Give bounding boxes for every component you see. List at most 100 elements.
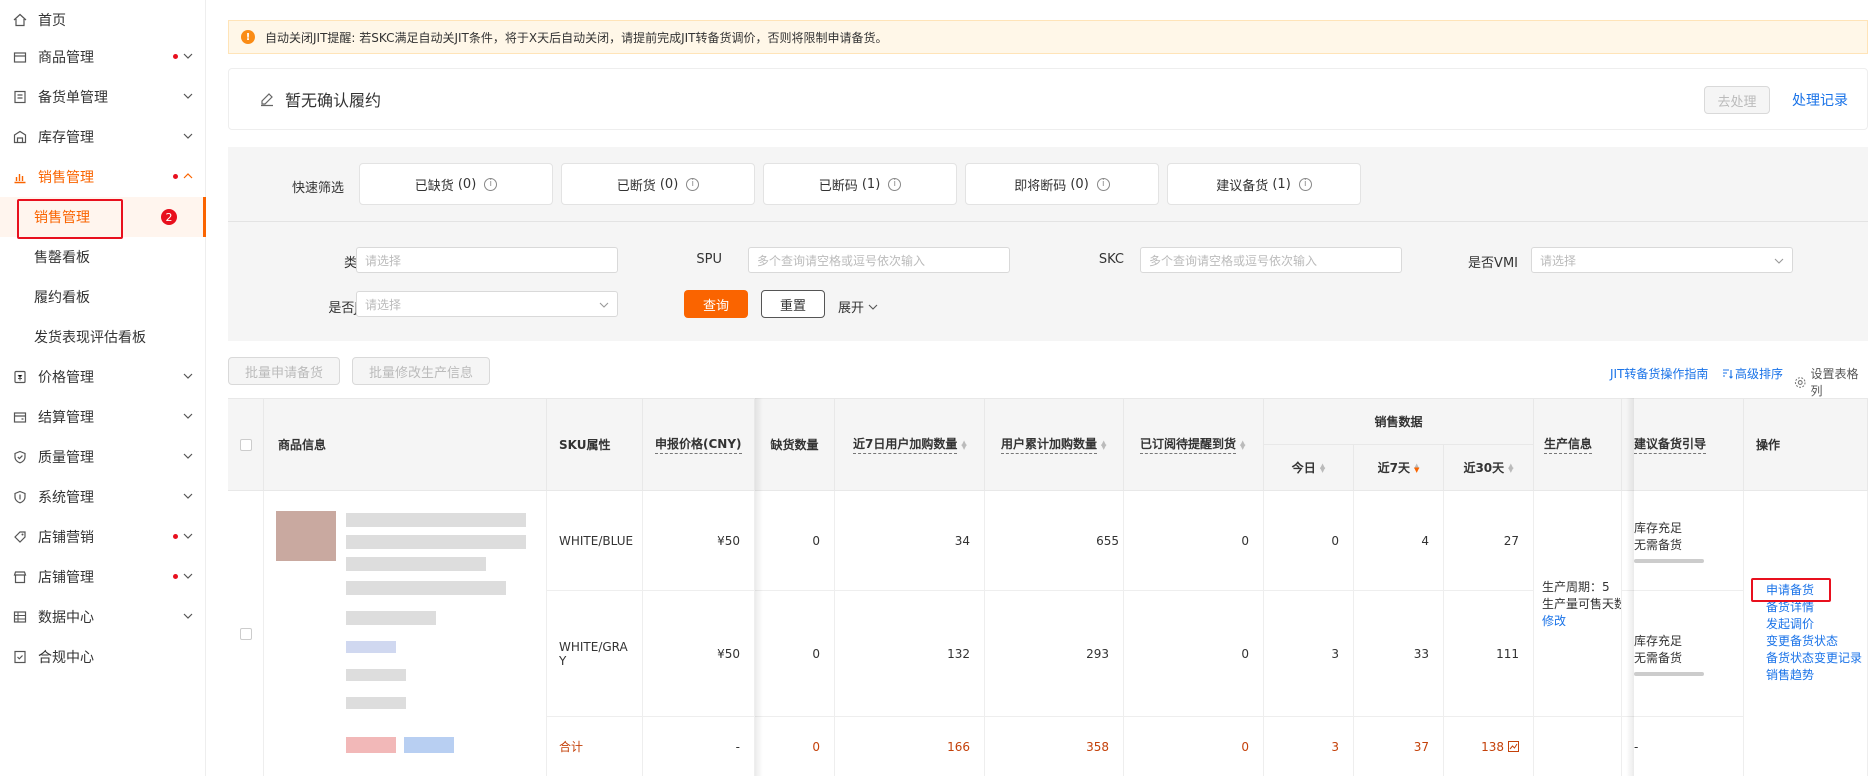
sales-trend-link[interactable]: 销售趋势: [1766, 667, 1862, 684]
card-count: (1): [1272, 176, 1291, 192]
stock-status-history-link[interactable]: 备货状态变更记录: [1766, 650, 1862, 667]
change-stock-status-link[interactable]: 变更备货状态: [1766, 633, 1862, 650]
product-info-cell: [264, 491, 547, 776]
header-sales-group: 销售数据: [1264, 399, 1534, 445]
sidebar-item-compliance[interactable]: 合规中心: [0, 637, 206, 677]
edit-production-link[interactable]: 修改: [1542, 612, 1566, 629]
product-title-blurred: [346, 535, 526, 549]
sort-icon[interactable]: ▲ ▼: [1240, 439, 1245, 450]
header-subscribed[interactable]: 已订阅待提醒到货 ▲ ▼: [1124, 399, 1264, 491]
sidebar-item-label: 系统管理: [38, 490, 94, 506]
sidebar-item-settlement[interactable]: 结算管理: [0, 397, 206, 437]
batch-apply-button[interactable]: 批量申请备货: [228, 357, 340, 385]
sort-icon[interactable]: ▲ ▼: [961, 439, 966, 450]
reset-button[interactable]: 重置: [761, 290, 825, 318]
sidebar-item-goods[interactable]: 商品管理: [0, 37, 206, 77]
row-select[interactable]: [228, 491, 264, 776]
store-icon: [12, 569, 28, 585]
sort-icon[interactable]: ▲ ▼: [1508, 462, 1513, 473]
checkbox[interactable]: [239, 438, 252, 451]
total-cart7-cell: 166: [835, 717, 985, 776]
sidebar-subitem-shipping-board[interactable]: 发货表现评估看板: [0, 317, 206, 357]
sidebar-item-home[interactable]: 首页: [0, 0, 206, 40]
skc-input[interactable]: 多个查询请空格或逗号依次输入: [1140, 247, 1402, 273]
sidebar-item-label: 价格管理: [38, 370, 94, 386]
sidebar-item-orders[interactable]: 备货单管理: [0, 77, 206, 117]
info-icon[interactable]: i: [686, 177, 700, 191]
chevron-down-icon: [183, 493, 193, 499]
sidebar: 首页 商品管理 备货单管理 库存管理 销售管理 销售管理 2 售罄看板 履约看板…: [0, 0, 206, 776]
advanced-sort-link[interactable]: 高级排序: [1721, 365, 1783, 382]
spu-input[interactable]: 多个查询请空格或逗号依次输入: [748, 247, 1010, 273]
vmi-select[interactable]: 请选择: [1531, 247, 1793, 273]
sidebar-item-data-center[interactable]: 数据中心: [0, 597, 206, 637]
sort-icon[interactable]: ▲ ▼: [1414, 462, 1419, 473]
info-icon[interactable]: i: [1096, 177, 1110, 191]
header-d30[interactable]: 近30天 ▲ ▼: [1444, 445, 1534, 491]
suggestion-cell: 库存充足 无需备货: [1622, 591, 1744, 717]
order-icon: [12, 89, 28, 105]
gear-icon: [1794, 376, 1806, 388]
total-d7-cell: 37: [1354, 717, 1444, 776]
placeholder: 多个查询请空格或逗号依次输入: [757, 253, 926, 268]
quick-filter-size-break[interactable]: 已断码 (1) i: [763, 163, 957, 205]
info-icon[interactable]: i: [484, 177, 498, 191]
product-title-blurred: [346, 513, 526, 527]
apply-stock-link[interactable]: 申请备货: [1766, 582, 1862, 599]
checkbox[interactable]: [239, 627, 252, 640]
sidebar-item-price[interactable]: 价格管理: [0, 357, 206, 397]
placeholder: 请选择: [365, 253, 402, 268]
header-select-all[interactable]: [228, 399, 264, 491]
header-price: 申报价格(CNY): [643, 399, 755, 491]
info-icon[interactable]: i: [888, 177, 902, 191]
header-cart7[interactable]: 近7日用户加购数量 ▲ ▼: [835, 399, 985, 491]
spu-label: SPU: [696, 252, 722, 267]
shortage-cell: 0: [755, 491, 835, 591]
sort-icon[interactable]: ▲ ▼: [1101, 439, 1106, 450]
header-production: 生产信息: [1534, 399, 1622, 491]
suggestion-bar: [1634, 558, 1704, 563]
quick-filter-sold-out[interactable]: 已断货 (0) i: [561, 163, 755, 205]
sidebar-subitem-label: 履约看板: [34, 290, 90, 306]
sidebar-subitem-sales-management[interactable]: 销售管理 2: [0, 197, 206, 237]
process-button[interactable]: 去处理: [1704, 86, 1770, 114]
history-link[interactable]: 处理记录: [1792, 90, 1848, 110]
sort-icon[interactable]: ▲ ▼: [1320, 462, 1325, 473]
operation-links: 申请备货 备货详情 发起调价 变更备货状态 备货状态变更记录 销售趋势: [1766, 582, 1862, 684]
expand-toggle[interactable]: 展开: [838, 297, 878, 316]
header-today[interactable]: 今日 ▲ ▼: [1264, 445, 1354, 491]
sidebar-item-sales[interactable]: 销售管理: [0, 157, 206, 197]
header-cart-total[interactable]: 用户累计加购数量 ▲ ▼: [985, 399, 1124, 491]
info-icon[interactable]: i: [1298, 177, 1312, 191]
sidebar-item-quality[interactable]: 质量管理: [0, 437, 206, 477]
jit-select[interactable]: 请选择: [356, 291, 618, 317]
sidebar-item-marketing[interactable]: 店铺营销: [0, 517, 206, 557]
sidebar-item-label: 结算管理: [38, 410, 94, 426]
trend-chart-icon[interactable]: [1508, 741, 1519, 752]
batch-edit-production-button[interactable]: 批量修改生产信息: [352, 357, 490, 385]
cart7-cell: 132: [835, 591, 985, 717]
quick-filter-suggest-stock[interactable]: 建议备货 (1) i: [1167, 163, 1361, 205]
quick-filter-out-of-stock[interactable]: 已缺货 (0) i: [359, 163, 553, 205]
sidebar-item-system[interactable]: 系统管理: [0, 477, 206, 517]
sidebar-item-store[interactable]: 店铺管理: [0, 557, 206, 597]
fulfillment-confirm-panel: 暂无确认履约 去处理 处理记录: [228, 68, 1868, 130]
total-d30-value: 138: [1481, 739, 1504, 754]
settings-link-label: 设置表格列: [1810, 367, 1859, 398]
adjust-price-link[interactable]: 发起调价: [1766, 616, 1862, 633]
chevron-down-icon: [183, 373, 193, 379]
category-select[interactable]: 请选择: [356, 247, 618, 273]
sidebar-subitem-soldout-board[interactable]: 售罄看板: [0, 237, 206, 277]
sidebar-item-inventory[interactable]: 库存管理: [0, 117, 206, 157]
query-button[interactable]: 查询: [684, 290, 748, 318]
chevron-down-icon: [183, 573, 193, 579]
stock-detail-link[interactable]: 备货详情: [1766, 599, 1862, 616]
table-settings-link[interactable]: 设置表格列: [1794, 365, 1868, 399]
quick-filter-size-break-soon[interactable]: 即将断码 (0) i: [965, 163, 1159, 205]
header-d7[interactable]: 近7天 ▲ ▼: [1354, 445, 1444, 491]
chevron-down-icon: [1774, 258, 1784, 264]
header-label: 用户累计加购数量: [1001, 435, 1098, 454]
jit-guide-link[interactable]: JIT转备货操作指南: [1610, 365, 1708, 382]
sidebar-subitem-fulfillment-board[interactable]: 履约看板: [0, 277, 206, 317]
notification-dot: [173, 54, 178, 59]
